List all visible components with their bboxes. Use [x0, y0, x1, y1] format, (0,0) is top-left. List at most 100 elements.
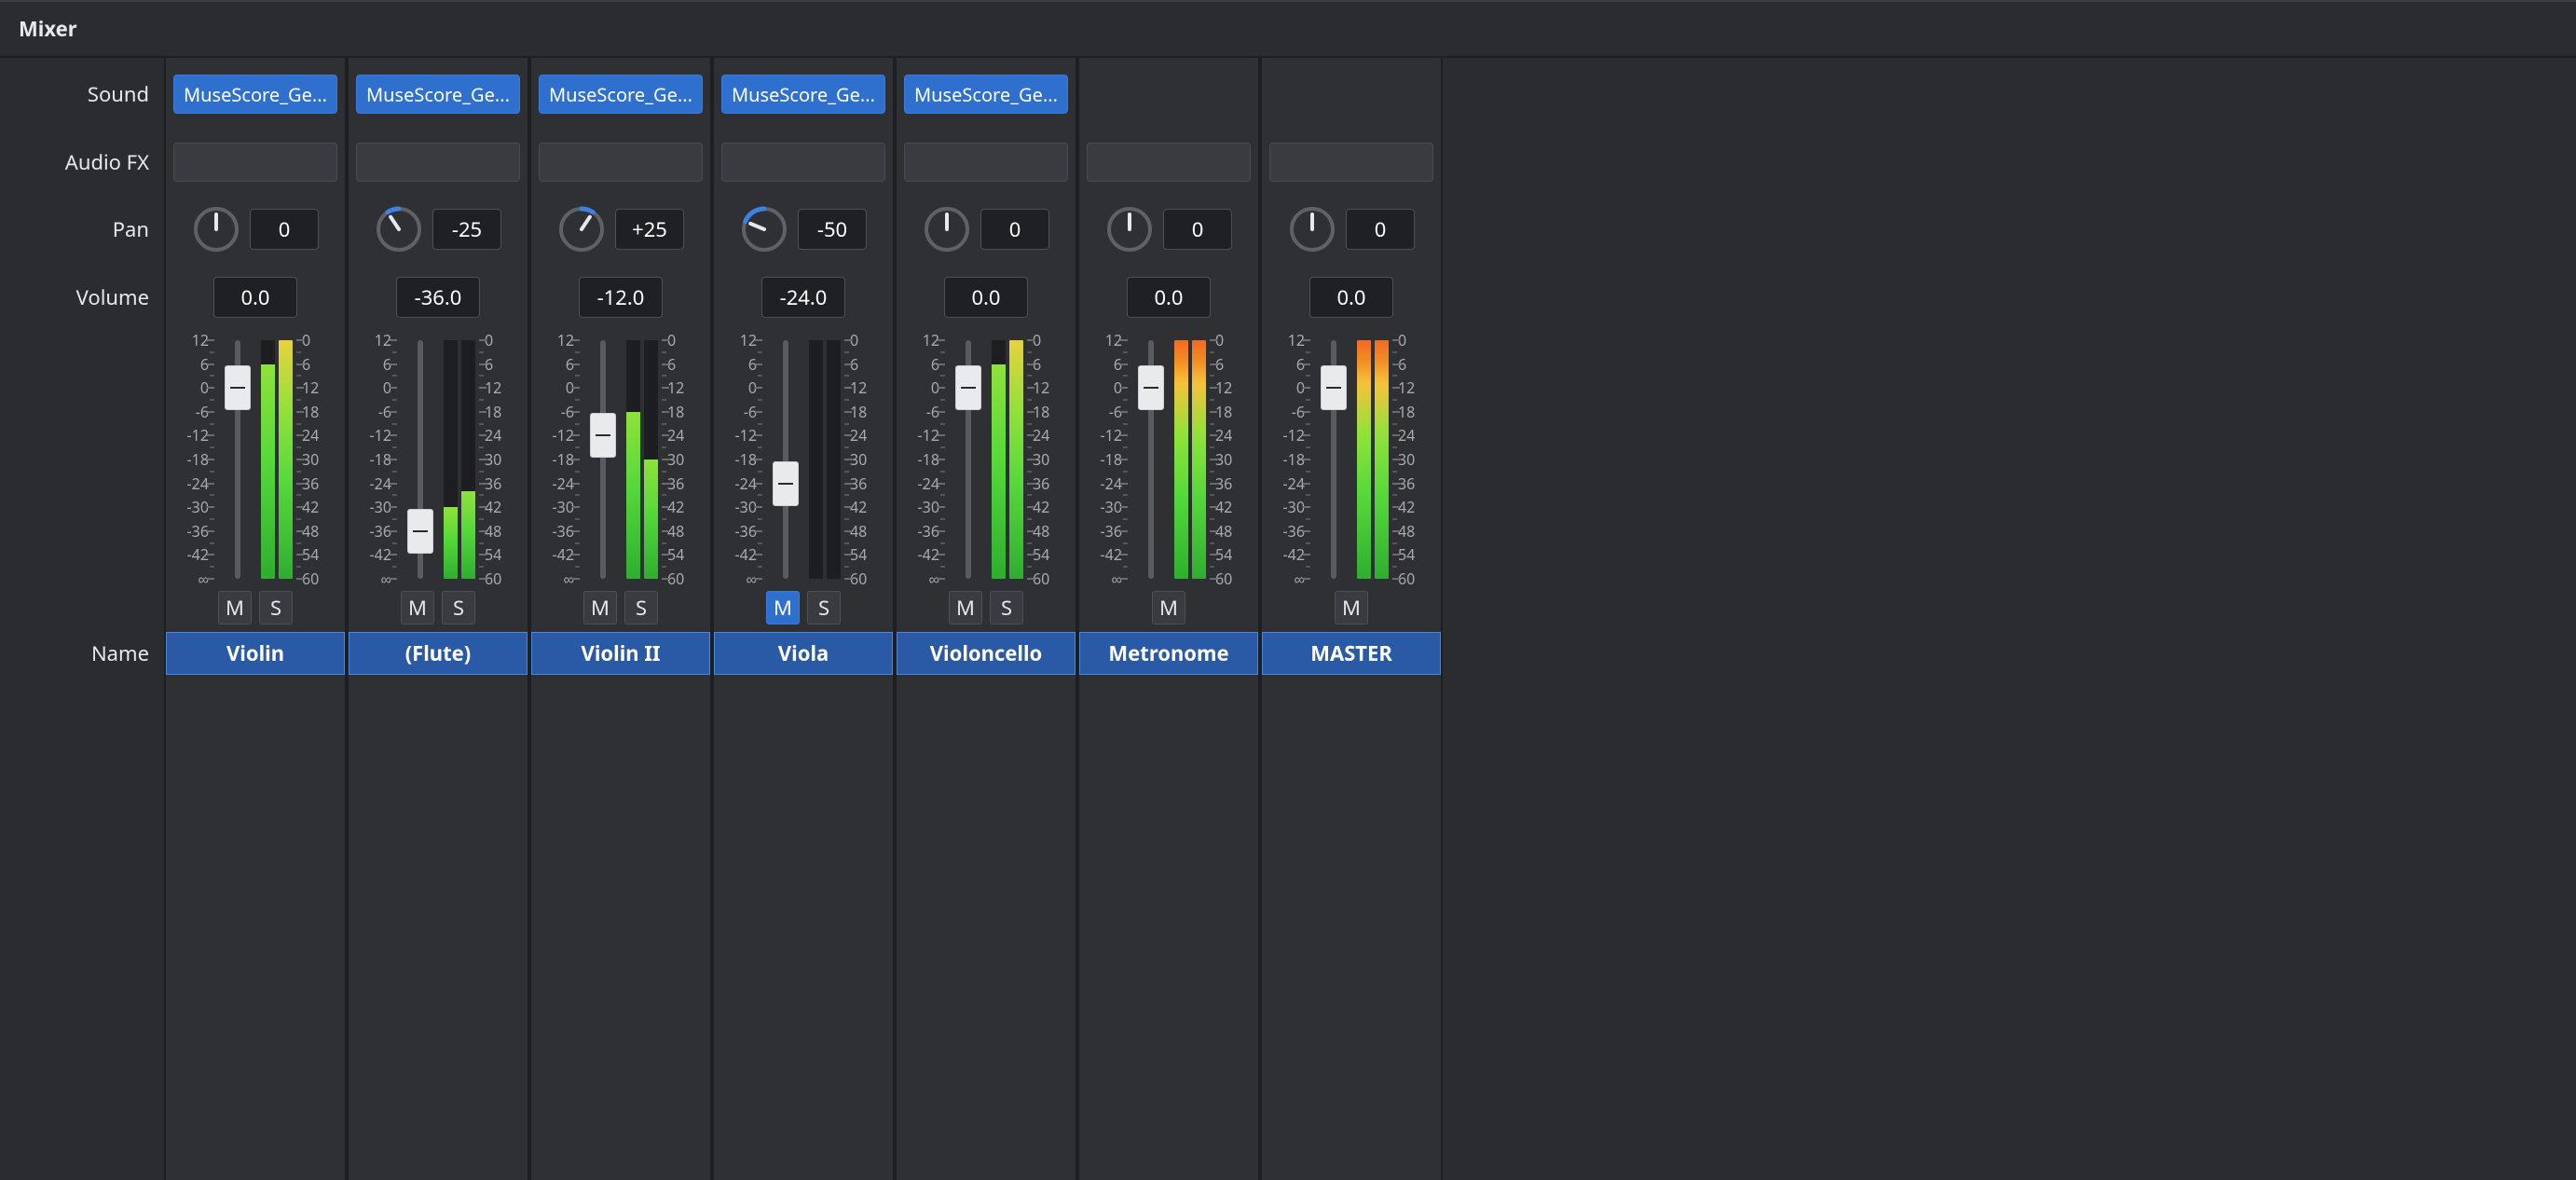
- volume-value[interactable]: 0.0: [213, 277, 297, 318]
- level-meter-left: [1174, 340, 1188, 579]
- fader-thumb[interactable]: [225, 365, 251, 410]
- meter-scale-label: 24: [1398, 425, 1415, 446]
- volume-value[interactable]: -12.0: [579, 277, 663, 318]
- pan-knob[interactable]: [375, 205, 423, 254]
- fader-thumb[interactable]: [1321, 365, 1347, 410]
- audio-fx-slot[interactable]: [904, 143, 1068, 182]
- fader[interactable]: [583, 340, 623, 579]
- pan-knob[interactable]: [740, 205, 788, 254]
- solo-button[interactable]: S: [990, 591, 1023, 624]
- channel-name[interactable]: Metronome: [1079, 632, 1258, 675]
- pan-value[interactable]: -50: [798, 209, 867, 250]
- meter-scale-tick-minor: [1392, 423, 1397, 425]
- fader-scale-tick: [390, 411, 397, 413]
- channel-name[interactable]: Violin: [166, 632, 345, 675]
- channel-name[interactable]: Viola: [714, 632, 893, 675]
- audio-fx-slot[interactable]: [1269, 143, 1433, 182]
- fader[interactable]: [218, 340, 257, 579]
- pan-knob[interactable]: [1288, 205, 1336, 254]
- channel-strip: MuseScore_Ge... +25 -12.0 1260-6-12-18-2…: [529, 58, 712, 1180]
- fader-scale-tick: [390, 459, 397, 460]
- volume-value[interactable]: -24.0: [761, 277, 845, 318]
- meter-scale-label: 48: [302, 521, 319, 542]
- mute-button[interactable]: M: [1335, 591, 1368, 624]
- channel-name[interactable]: MASTER: [1262, 632, 1441, 675]
- mute-button[interactable]: M: [218, 591, 252, 624]
- sound-select[interactable]: MuseScore_Ge...: [904, 75, 1068, 114]
- solo-button[interactable]: S: [442, 591, 475, 624]
- channel-name-text: Metronome: [1108, 639, 1228, 667]
- meter-scale-tick-minor: [1027, 351, 1032, 353]
- sound-select[interactable]: MuseScore_Ge...: [539, 75, 703, 114]
- pan-knob[interactable]: [192, 205, 240, 254]
- fader[interactable]: [401, 340, 440, 579]
- fader-thumb[interactable]: [590, 413, 616, 458]
- volume-value[interactable]: 0.0: [1309, 277, 1393, 318]
- audio-fx-slot[interactable]: [1087, 143, 1251, 182]
- fader-thumb[interactable]: [773, 461, 799, 506]
- mute-button[interactable]: M: [401, 591, 434, 624]
- pan-knob[interactable]: [1105, 205, 1154, 254]
- pan-value[interactable]: -25: [432, 209, 501, 250]
- solo-button[interactable]: S: [259, 591, 293, 624]
- sound-select[interactable]: MuseScore_Ge...: [356, 75, 520, 114]
- meter-scale-label: 24: [850, 425, 867, 446]
- fader-scale-label: -30: [553, 497, 574, 517]
- meter-scale-label: 24: [1033, 425, 1049, 446]
- sound-select[interactable]: MuseScore_Ge...: [721, 75, 885, 114]
- meter-scale-tick: [662, 339, 669, 341]
- channel-name[interactable]: Violin II: [531, 632, 710, 675]
- channel-strip: MuseScore_Ge... 0 0.0 1260-6-12-18-24-30…: [895, 58, 1077, 1180]
- fader[interactable]: [949, 340, 988, 579]
- audio-fx-slot[interactable]: [173, 143, 337, 182]
- audio-fx-slot[interactable]: [356, 143, 520, 182]
- volume-value[interactable]: -36.0: [396, 277, 480, 318]
- meter-scale-tick: [296, 387, 304, 389]
- fader-thumb[interactable]: [955, 365, 981, 410]
- volume-value[interactable]: 0.0: [1127, 277, 1211, 318]
- label-volume: Volume: [0, 265, 149, 330]
- meter-scale-right: 06121824303642485460: [662, 340, 710, 579]
- meter-scale-tick: [1210, 554, 1217, 556]
- fader-scale-tick-minor: [575, 375, 580, 377]
- pan-value[interactable]: +25: [615, 209, 684, 250]
- fader-scale-tick-minor: [575, 446, 580, 448]
- pan-value[interactable]: 0: [250, 209, 319, 250]
- fader[interactable]: [766, 340, 805, 579]
- audio-fx-slot[interactable]: [539, 143, 703, 182]
- fader-thumb[interactable]: [1138, 365, 1164, 410]
- fader-thumb[interactable]: [407, 509, 433, 554]
- fader[interactable]: [1131, 340, 1171, 579]
- fader[interactable]: [1314, 340, 1353, 579]
- meter-scale-tick-minor: [844, 423, 849, 425]
- meter-scale-tick: [844, 411, 852, 413]
- channels-container: MuseScore_Ge... 0 0.0 1260-6-12-18-24-30…: [164, 58, 2009, 1180]
- meter-scale-tick-minor: [296, 471, 301, 473]
- fader-scale-label: -18: [370, 449, 391, 470]
- mute-button[interactable]: M: [766, 591, 800, 624]
- meter-scale-label: 18: [302, 402, 319, 422]
- pan-knob[interactable]: [923, 205, 971, 254]
- fader-scale-tick: [572, 506, 580, 508]
- fader-scale-tick-minor: [1306, 518, 1310, 520]
- pan-value[interactable]: 0: [1163, 209, 1232, 250]
- volume-value[interactable]: 0.0: [944, 277, 1028, 318]
- mute-button[interactable]: M: [583, 591, 617, 624]
- channel-strip: 0 0.0 1260-6-12-18-24-30-36-42∞ 06121824…: [1260, 58, 1443, 1180]
- pan-value[interactable]: 0: [980, 209, 1049, 250]
- audio-fx-slot[interactable]: [721, 143, 885, 182]
- channel-name[interactable]: (Flute): [349, 632, 528, 675]
- fader-scale-left: 1260-6-12-18-24-30-36-42∞: [1262, 340, 1310, 579]
- meter-scale-label: 18: [850, 402, 867, 422]
- mute-button[interactable]: M: [949, 591, 982, 624]
- channel-name[interactable]: Violoncello: [897, 632, 1076, 675]
- fader-scale-tick: [755, 506, 762, 508]
- fader-scale-tick-minor: [1123, 351, 1128, 353]
- fader-scale-tick: [1303, 554, 1310, 556]
- sound-select[interactable]: MuseScore_Ge...: [173, 75, 337, 114]
- pan-value[interactable]: 0: [1346, 209, 1415, 250]
- pan-knob[interactable]: [557, 205, 606, 254]
- mute-button[interactable]: M: [1152, 591, 1185, 624]
- solo-button[interactable]: S: [624, 591, 658, 624]
- solo-button[interactable]: S: [807, 591, 841, 624]
